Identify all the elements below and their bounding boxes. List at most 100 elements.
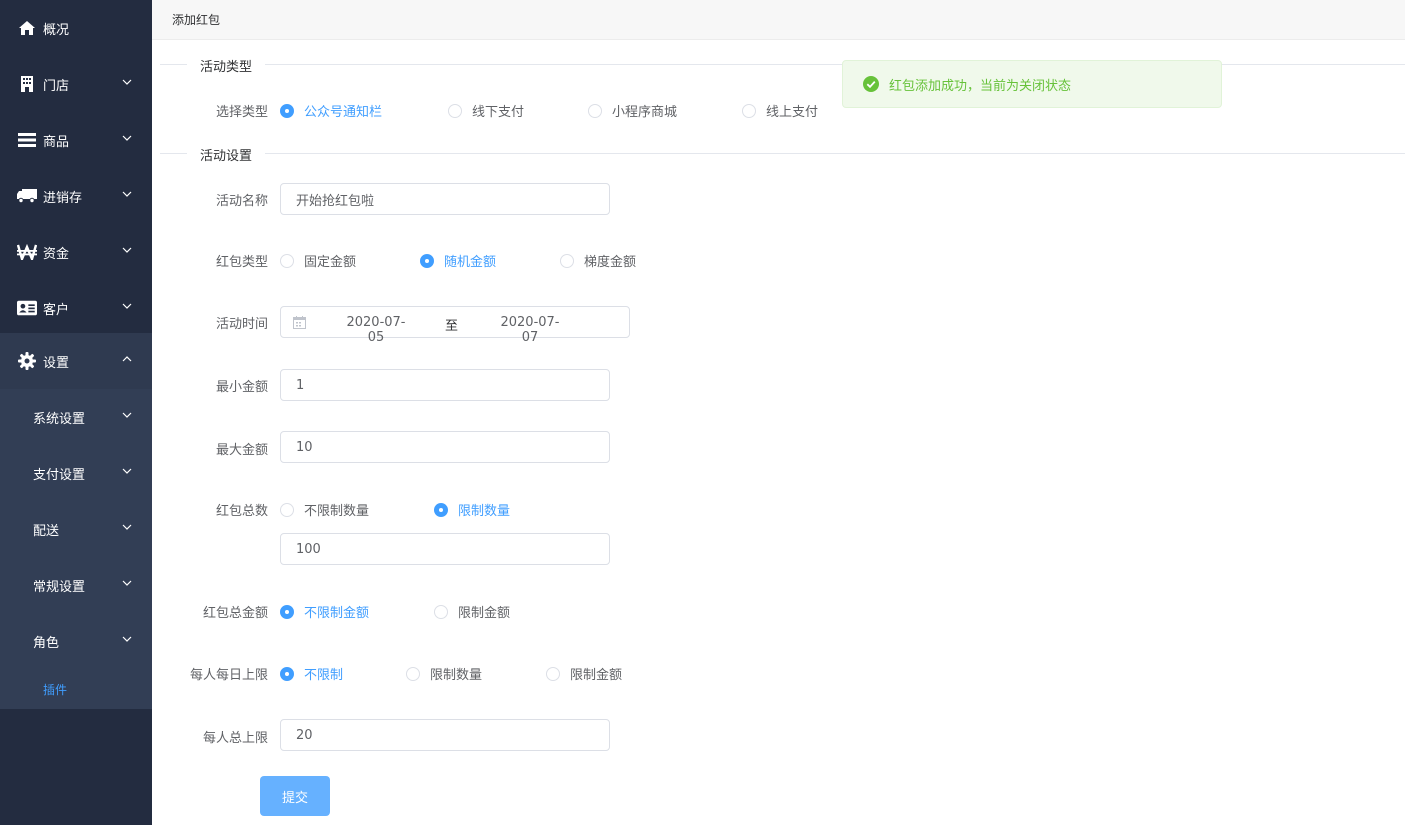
radio-dot [280, 502, 294, 517]
radio-dot [406, 666, 420, 681]
sidebar-item-label: 门店 [43, 78, 70, 94]
radio-dot [420, 253, 434, 268]
chevron-up-icon [122, 356, 132, 362]
sidebar-item-funds[interactable]: 资金 [0, 224, 152, 280]
section-divider [160, 153, 1405, 154]
min-amount-label: 最小金额 [215, 380, 268, 395]
home-icon [17, 18, 37, 38]
radio-dot [448, 103, 462, 118]
sidebar-item-label: 资金 [43, 246, 70, 262]
radio-random-amount[interactable]: 随机金额 [420, 251, 496, 270]
sidebar-item-payment-settings[interactable]: 支付设置 [0, 445, 152, 501]
list-icon [17, 130, 37, 150]
sidebar-item-plugins[interactable]: 插件 [0, 661, 152, 717]
success-toast: 红包添加成功，当前为关闭状态 [842, 60, 1222, 108]
radio-limited-amount[interactable]: 限制金额 [434, 602, 510, 621]
radio-daily-limit-count[interactable]: 限制数量 [406, 664, 482, 683]
start-date[interactable]: 2020-07-05 [341, 315, 411, 345]
activity-type-label: 选择类型 [215, 105, 268, 120]
sidebar-item-customers[interactable]: 客户 [0, 280, 152, 336]
radio-dot [280, 103, 294, 118]
chevron-down-icon [122, 580, 132, 586]
radio-label: 线下支付 [472, 105, 525, 120]
radio-daily-unlimited[interactable]: 不限制 [280, 664, 343, 683]
radio-label: 梯度金额 [584, 255, 637, 270]
radio-offline-payment[interactable]: 线下支付 [448, 101, 524, 120]
activity-time-label: 活动时间 [215, 317, 268, 332]
section-title-settings: 活动设置 [187, 145, 266, 164]
input-value: 20 [296, 727, 313, 743]
radio-mini-program[interactable]: 小程序商城 [588, 101, 677, 120]
radio-label: 不限制数量 [304, 504, 370, 519]
sidebar-item-system-settings[interactable]: 系统设置 [0, 389, 152, 445]
toast-message: 红包添加成功，当前为关闭状态 [889, 78, 1072, 94]
sidebar-item-general-settings[interactable]: 常规设置 [0, 557, 152, 613]
calendar-icon [293, 316, 306, 329]
sidebar-item-settings[interactable]: 设置 [0, 333, 152, 389]
radio-label: 固定金额 [304, 255, 357, 270]
sidebar-item-label: 插件 [43, 682, 68, 697]
radio-daily-limit-amount[interactable]: 限制金额 [546, 664, 622, 683]
chevron-down-icon [122, 303, 132, 309]
sidebar-item-label: 支付设置 [33, 467, 86, 483]
sidebar-item-inventory[interactable]: 进销存 [0, 168, 152, 224]
radio-dot [742, 103, 756, 118]
radio-official-account[interactable]: 公众号通知栏 [280, 101, 382, 120]
chevron-down-icon [122, 412, 132, 418]
min-amount-input[interactable]: 1 [280, 369, 610, 401]
sidebar-item-delivery[interactable]: 配送 [0, 501, 152, 557]
radio-label: 限制数量 [430, 668, 483, 683]
radio-label: 线上支付 [766, 105, 819, 120]
submit-button[interactable]: 提交 [260, 776, 330, 816]
radio-fixed-amount[interactable]: 固定金额 [280, 251, 356, 270]
radio-gradient-amount[interactable]: 梯度金额 [560, 251, 636, 270]
page-header: 添加红包 [152, 0, 1405, 40]
building-icon [17, 74, 37, 94]
date-separator: 至 [445, 319, 459, 334]
radio-label: 小程序商城 [612, 105, 678, 120]
max-amount-input[interactable]: 10 [280, 431, 610, 463]
chevron-down-icon [122, 79, 132, 85]
chevron-down-icon [122, 524, 132, 530]
sidebar-item-label: 设置 [43, 355, 70, 371]
radio-label: 公众号通知栏 [304, 105, 383, 120]
sidebar-item-label: 配送 [33, 523, 60, 539]
section-title-type: 活动类型 [187, 56, 266, 75]
sidebar-item-goods[interactable]: 商品 [0, 112, 152, 168]
id-card-icon [17, 298, 37, 318]
total-count-label: 红包总数 [215, 504, 268, 519]
radio-label: 限制数量 [458, 504, 511, 519]
radio-label: 限制金额 [570, 668, 623, 683]
total-count-input[interactable]: 100 [280, 533, 610, 565]
won-icon [17, 242, 37, 262]
radio-label: 不限制 [304, 668, 344, 683]
sidebar-item-label: 系统设置 [33, 411, 86, 427]
daily-limit-label: 每人每日上限 [189, 668, 268, 683]
sidebar-item-overview[interactable]: 概况 [0, 0, 152, 56]
radio-unlimited-count[interactable]: 不限制数量 [280, 500, 369, 519]
max-amount-label: 最大金额 [215, 443, 268, 458]
sidebar-item-label: 商品 [43, 134, 70, 150]
radio-online-payment[interactable]: 线上支付 [742, 101, 818, 120]
sidebar-item-label: 概况 [43, 22, 70, 38]
sidebar-item-store[interactable]: 门店 [0, 56, 152, 112]
total-limit-label: 每人总上限 [202, 731, 268, 746]
radio-unlimited-amount[interactable]: 不限制金额 [280, 602, 369, 621]
total-limit-input[interactable]: 20 [280, 719, 610, 751]
radio-dot [560, 253, 574, 268]
date-range-picker[interactable]: 2020-07-05 至 2020-07-07 [280, 306, 630, 345]
end-date[interactable]: 2020-07-07 [495, 315, 565, 345]
chevron-down-icon [122, 636, 132, 642]
radio-dot [546, 666, 560, 681]
settings-submenu: 系统设置 支付设置 配送 常规设置 角色 插件 [0, 389, 152, 709]
radio-limited-count[interactable]: 限制数量 [434, 500, 510, 519]
sidebar-item-label: 常规设置 [33, 579, 86, 595]
activity-name-input[interactable]: 开始抢红包啦 [280, 183, 610, 215]
chevron-down-icon [122, 247, 132, 253]
truck-icon [17, 186, 37, 206]
sidebar-item-label: 角色 [33, 635, 60, 651]
radio-dot [588, 103, 602, 118]
radio-dot [434, 604, 448, 619]
packet-type-label: 红包类型 [215, 255, 268, 270]
sidebar: 概况 门店 商品 进销存 资金 客户 设置 系统设置 支付设置 配送 常规设置 … [0, 0, 152, 825]
